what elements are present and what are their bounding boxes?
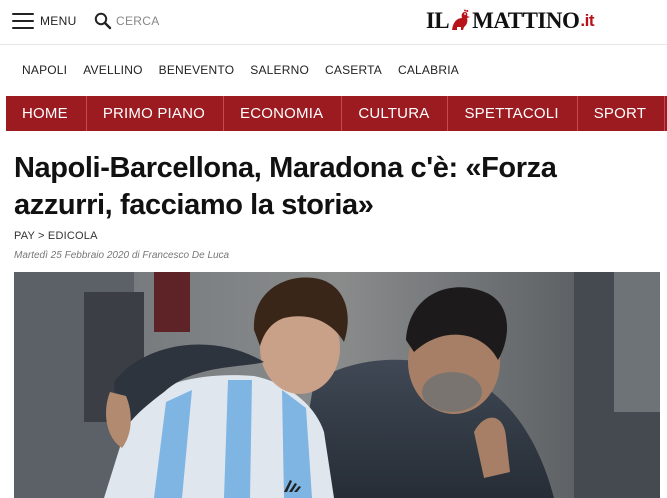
- search-label: CERCA: [116, 14, 160, 28]
- menu-label: MENU: [40, 14, 77, 28]
- breadcrumb[interactable]: PAY > EDICOLA: [14, 230, 98, 242]
- logo-text-left: IL: [425, 8, 450, 33]
- section-link-primo-piano[interactable]: PRIMO PIANO: [87, 96, 225, 131]
- site-logo[interactable]: IL MATTINO .it: [425, 6, 595, 36]
- search-icon: [94, 12, 112, 30]
- section-link-spettacoli[interactable]: SPETTACOLI: [448, 96, 578, 131]
- search-button[interactable]: CERCA: [94, 10, 160, 32]
- logo-text-right: MATTINO: [472, 8, 580, 33]
- top-header: MENU CERCA IL MATTINO .it: [0, 0, 667, 44]
- city-link-caserta[interactable]: CASERTA: [325, 63, 382, 77]
- header-divider: [0, 44, 667, 45]
- city-link-napoli[interactable]: NAPOLI: [22, 63, 67, 77]
- article-headline: Napoli-Barcellona, Maradona c'è: «Forza …: [14, 152, 557, 221]
- section-nav: HOME PRIMO PIANO ECONOMIA CULTURA SPETTA…: [6, 96, 667, 131]
- rooster-icon: [452, 9, 471, 30]
- section-link-economia[interactable]: ECONOMIA: [224, 96, 343, 131]
- section-link-home[interactable]: HOME: [6, 96, 87, 131]
- hamburger-icon: [12, 13, 34, 29]
- menu-button[interactable]: MENU: [12, 10, 77, 32]
- city-nav: NAPOLI AVELLINO BENEVENTO SALERNO CASERT…: [0, 46, 667, 94]
- logo-tld: .it: [580, 11, 594, 30]
- city-link-avellino[interactable]: AVELLINO: [83, 63, 142, 77]
- article-byline: Martedì 25 Febbraio 2020 di Francesco De…: [14, 250, 230, 261]
- article-photo: [14, 272, 660, 498]
- city-link-benevento[interactable]: BENEVENTO: [159, 63, 235, 77]
- city-link-salerno[interactable]: SALERNO: [250, 63, 309, 77]
- section-link-sport[interactable]: SPORT: [578, 96, 666, 131]
- article-photo-illustration: [14, 272, 660, 498]
- section-link-cultura[interactable]: CULTURA: [342, 96, 449, 131]
- city-link-calabria[interactable]: CALABRIA: [398, 63, 459, 77]
